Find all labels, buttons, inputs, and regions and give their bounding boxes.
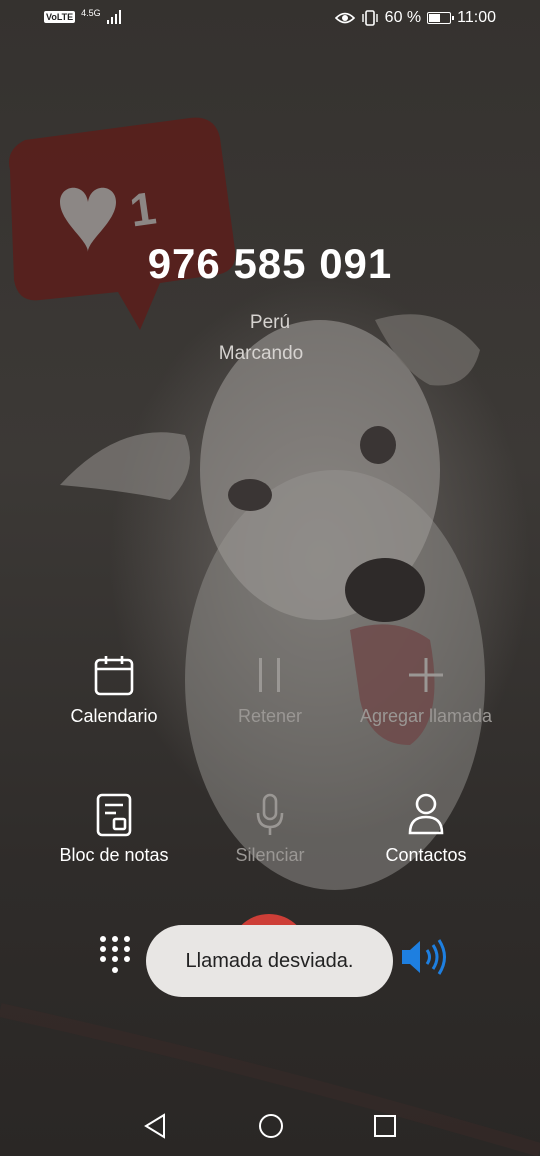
- notepad-icon: [96, 793, 132, 837]
- status-bar: VoLTE 4.5G 60 % 11:00: [0, 0, 540, 40]
- back-icon[interactable]: [142, 1112, 168, 1140]
- dialpad-icon[interactable]: [98, 934, 132, 976]
- navigation-bar: [0, 1100, 540, 1156]
- dog-ear-left: [60, 432, 190, 500]
- mute-label: Silenciar: [235, 845, 305, 865]
- eye-icon: [334, 12, 355, 24]
- status-left: VoLTE 4.5G: [44, 8, 123, 24]
- notes-button[interactable]: Bloc de notas: [24, 793, 204, 866]
- signal-icon: [106, 10, 121, 24]
- notes-label: Bloc de notas: [59, 845, 169, 865]
- battery-icon: [427, 12, 455, 24]
- phone-number: 976 585 091: [147, 240, 393, 287]
- mute-button[interactable]: Silenciar: [180, 793, 360, 866]
- call-state: Marcando: [218, 343, 304, 364]
- dog-nose: [345, 558, 425, 622]
- recents-icon[interactable]: [372, 1113, 398, 1139]
- add-call-label: Agregar llamada: [359, 706, 493, 726]
- home-icon[interactable]: [257, 1112, 285, 1140]
- like-badge-shape: [9, 117, 236, 331]
- battery-percent: 60 %: [384, 9, 422, 26]
- call-country: Perú: [249, 312, 291, 333]
- calendar-label: Calendario: [70, 706, 158, 726]
- vibrate-icon: [361, 10, 378, 26]
- network-type: 4.5G: [81, 8, 101, 18]
- hold-button[interactable]: Retener: [180, 654, 360, 727]
- speaker-icon[interactable]: [400, 937, 450, 977]
- plus-icon: [409, 658, 443, 692]
- dog-eye-right: [360, 426, 396, 464]
- dog-eye: [228, 479, 272, 511]
- microphone-icon: [256, 793, 284, 835]
- calendar-button[interactable]: Calendario: [24, 654, 204, 727]
- person-icon: [408, 793, 444, 835]
- calendar-icon: [94, 656, 134, 696]
- hold-label: Retener: [237, 706, 303, 726]
- add-call-button[interactable]: Agregar llamada: [336, 654, 516, 727]
- battery-fill: [429, 14, 441, 22]
- clock: 11:00: [457, 9, 496, 26]
- pause-icon: [259, 658, 280, 692]
- volte-badge: VoLTE: [44, 11, 76, 23]
- contacts-button[interactable]: Contactos: [336, 793, 516, 866]
- toast-message: Llamada desviada.: [146, 925, 393, 997]
- contacts-label: Contactos: [385, 845, 467, 865]
- status-right: 60 % 11:00: [334, 9, 496, 27]
